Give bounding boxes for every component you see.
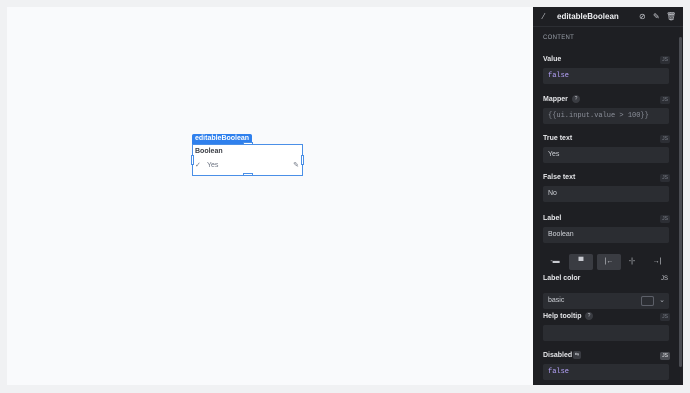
panel-header: ⁄ editableBoolean ⊘ ✎ 🗑 — [533, 7, 683, 27]
value-input[interactable]: false — [543, 68, 669, 84]
resize-handle-top[interactable] — [243, 142, 253, 145]
js-toggle[interactable]: JS — [659, 275, 670, 283]
label-alignment-toggle: -▬ ▀ |← -|- →| — [543, 254, 669, 270]
resize-handle-bottom[interactable] — [243, 173, 253, 176]
resize-handle-right[interactable] — [301, 155, 304, 165]
panel-title: editableBoolean — [557, 12, 619, 21]
label-label: Label — [543, 215, 562, 222]
help-tooltip-label: Help tooltip — [543, 313, 582, 320]
label-input[interactable]: Boolean — [543, 227, 669, 243]
align-right-icon[interactable]: →| — [645, 254, 669, 270]
resize-handle-left[interactable] — [191, 155, 194, 165]
false-text-input[interactable]: No — [543, 186, 669, 202]
trash-icon[interactable]: 🗑 — [666, 12, 676, 21]
hidden-label-icon[interactable]: -▬ — [543, 254, 567, 270]
true-text-input[interactable]: Yes — [543, 147, 669, 163]
disabled-input[interactable]: false — [543, 364, 669, 380]
magic-wand-icon: ⁄ — [543, 12, 545, 21]
unlink-icon[interactable]: ⊘ — [639, 12, 646, 21]
label-color-select[interactable]: basic ⌄ — [543, 293, 669, 309]
chevron-down-icon[interactable]: ⌄ — [659, 296, 665, 304]
true-text-label: True text — [543, 135, 573, 142]
edit-icon[interactable]: ✎ — [653, 12, 660, 21]
panel-scrollbar[interactable] — [679, 37, 682, 367]
value-label: Value — [543, 56, 562, 63]
js-toggle[interactable]: JS — [660, 215, 670, 223]
help-icon[interactable]: ? — [572, 95, 580, 103]
disabled-label: Disabled — [543, 352, 573, 359]
mapper-label: Mapper — [543, 96, 568, 103]
label-color-label: Label color — [543, 275, 581, 282]
help-icon[interactable]: ? — [585, 312, 593, 320]
widget-label: Boolean — [195, 148, 223, 155]
mapper-input[interactable]: {{ui.input.value > 100}} — [543, 108, 669, 124]
false-text-label: False text — [543, 174, 576, 181]
color-swatch[interactable] — [641, 296, 654, 306]
label-color-value: basic — [548, 297, 565, 304]
editable-boolean-widget[interactable]: Boolean ✓ Yes ✎ — [192, 144, 303, 176]
js-toggle[interactable]: JS — [660, 96, 670, 104]
widget-value: Yes — [207, 162, 219, 169]
align-center-icon[interactable]: -|- — [620, 254, 644, 270]
section-title: CONTENT — [543, 35, 575, 41]
js-toggle-active[interactable]: JS — [660, 352, 670, 360]
js-toggle[interactable]: JS — [660, 174, 670, 182]
js-toggle[interactable]: JS — [660, 313, 670, 321]
pencil-icon[interactable]: ✎ — [293, 161, 299, 169]
properties-panel: ⁄ editableBoolean ⊘ ✎ 🗑 CONTENT Value JS… — [533, 7, 683, 385]
label-top-icon[interactable]: ▀ — [569, 254, 593, 270]
link-icon: ⇆ — [573, 351, 581, 359]
js-toggle[interactable]: JS — [660, 56, 670, 64]
check-icon: ✓ — [195, 162, 201, 169]
help-tooltip-input[interactable] — [543, 325, 669, 341]
editor-canvas[interactable] — [7, 7, 533, 385]
js-toggle[interactable]: JS — [660, 135, 670, 143]
align-left-icon[interactable]: |← — [597, 254, 621, 270]
